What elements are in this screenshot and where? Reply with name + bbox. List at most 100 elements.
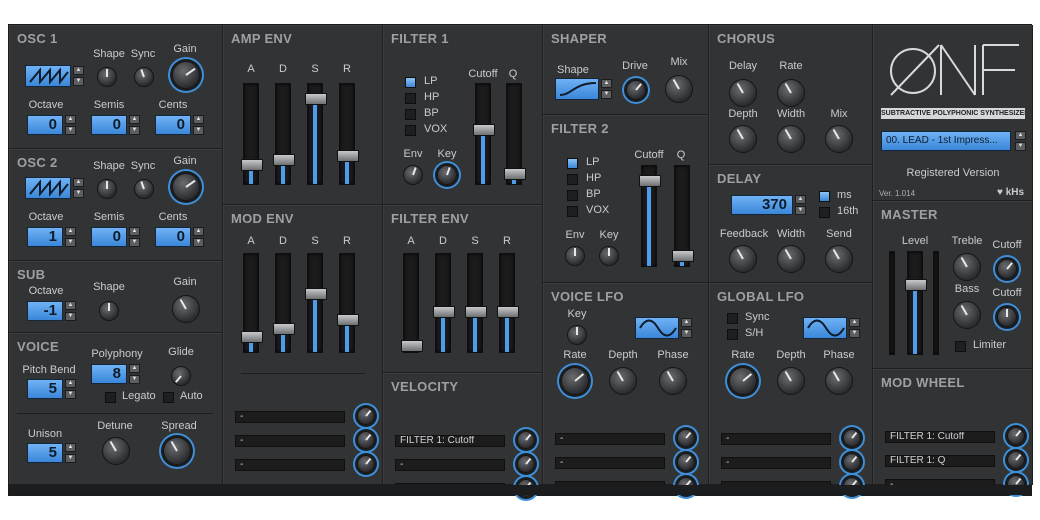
slider-handle[interactable] — [273, 322, 295, 335]
slider-handle[interactable] — [337, 150, 359, 162]
mod-slot-amount-knob[interactable] — [843, 429, 861, 447]
mod-slot-target[interactable]: FILTER 1: Cutoff — [885, 431, 995, 443]
osc2-cents-field[interactable]: 0 — [155, 227, 191, 247]
osc1-gain-knob[interactable] — [172, 61, 200, 89]
osc2-waveform-selector[interactable] — [25, 177, 71, 199]
bass-knob[interactable] — [953, 301, 981, 329]
osc2-cents-spinner[interactable]: ▲ ▼ — [193, 227, 204, 247]
chorus-mix-knob[interactable] — [825, 125, 853, 153]
unison-field[interactable]: 5 — [27, 443, 63, 463]
global-lfo-wave-spinner[interactable]: ▲ ▼ — [849, 318, 860, 338]
delay-time-field[interactable]: 370 — [731, 195, 793, 215]
mod-slot-amount-knob[interactable] — [677, 429, 695, 447]
mod-slot-target[interactable]: - — [395, 459, 505, 471]
osc1-waveform-selector[interactable] — [25, 65, 71, 87]
slider-handle[interactable] — [305, 288, 327, 301]
filter2-env-knob[interactable] — [565, 246, 585, 266]
filter-env-a-slider[interactable] — [401, 253, 423, 353]
limiter-checkbox[interactable] — [955, 341, 966, 352]
filter2-q-slider[interactable] — [672, 165, 694, 267]
amp-env-d-slider[interactable] — [273, 83, 295, 185]
shaper-curve-selector[interactable] — [555, 78, 599, 100]
osc1-octave-field[interactable]: 0 — [27, 115, 63, 135]
treble-cutoff-knob[interactable] — [997, 259, 1017, 279]
glide-knob[interactable] — [171, 366, 191, 386]
mod-slot-target[interactable]: - — [555, 433, 665, 445]
voice-lfo-key-knob[interactable] — [567, 325, 587, 345]
slider-handle[interactable] — [433, 305, 455, 318]
voice-lfo-wave-selector[interactable] — [635, 317, 679, 339]
sub-octave-field[interactable]: -1 — [27, 301, 63, 321]
delay-ms-checkbox[interactable] — [819, 191, 830, 202]
osc1-semis-field[interactable]: 0 — [91, 115, 127, 135]
osc2-gain-knob[interactable] — [172, 173, 200, 201]
slider-handle[interactable] — [273, 154, 295, 167]
osc2-sync-knob[interactable] — [134, 179, 154, 199]
filter2-cutoff-slider[interactable] — [639, 165, 661, 267]
sub-octave-spinner[interactable]: ▲ ▼ — [65, 301, 76, 321]
spread-knob[interactable] — [163, 437, 191, 465]
mod-env-a-slider[interactable] — [241, 253, 263, 353]
delay-time-spinner[interactable]: ▲ ▼ — [795, 195, 806, 215]
osc2-wave-spinner[interactable]: ▲ ▼ — [73, 178, 84, 198]
pitch-bend-spinner[interactable]: ▲ ▼ — [65, 379, 76, 399]
voice-lfo-rate-knob[interactable] — [561, 367, 589, 395]
slider-handle[interactable] — [639, 174, 661, 187]
slider-handle[interactable] — [241, 331, 263, 344]
global-lfo-rate-knob[interactable] — [729, 367, 757, 395]
sub-gain-knob[interactable] — [172, 295, 200, 323]
polyphony-spinner[interactable]: ▲ ▼ — [129, 364, 140, 384]
unison-spinner[interactable]: ▲ ▼ — [65, 443, 76, 463]
voice-lfo-depth-knob[interactable] — [609, 367, 637, 395]
mod-slot-amount-knob[interactable] — [1007, 427, 1025, 445]
slider-handle[interactable] — [241, 158, 263, 171]
mod-slot-amount-knob[interactable] — [1007, 451, 1025, 469]
osc1-sync-knob[interactable] — [134, 67, 154, 87]
filter-env-s-slider[interactable] — [465, 253, 487, 353]
filter1-vox-checkbox[interactable] — [405, 125, 416, 136]
treble-knob[interactable] — [953, 253, 981, 281]
filter2-lp-checkbox[interactable] — [567, 158, 578, 169]
osc1-semis-spinner[interactable]: ▲ ▼ — [129, 115, 140, 135]
chorus-delay-knob[interactable] — [729, 79, 757, 107]
delay-feedback-knob[interactable] — [729, 245, 757, 273]
slider-handle[interactable] — [672, 249, 694, 262]
slider-handle[interactable] — [504, 167, 526, 180]
shaper-drive-knob[interactable] — [626, 80, 646, 100]
mod-slot-target[interactable]: - — [235, 435, 345, 447]
chorus-width-knob[interactable] — [777, 125, 805, 153]
osc1-cents-spinner[interactable]: ▲ ▼ — [193, 115, 204, 135]
osc1-shape-knob[interactable] — [97, 67, 117, 87]
mod-env-r-slider[interactable] — [337, 253, 359, 353]
mod-slot-target[interactable]: FILTER 1: Cutoff — [395, 435, 505, 447]
delay-width-knob[interactable] — [777, 245, 805, 273]
osc2-semis-spinner[interactable]: ▲ ▼ — [129, 227, 140, 247]
mod-slot-target[interactable]: - — [555, 457, 665, 469]
slider-handle[interactable] — [305, 92, 327, 105]
osc2-semis-field[interactable]: 0 — [91, 227, 127, 247]
preset-selector[interactable]: 00. LEAD - 1st Impress... — [881, 131, 1011, 151]
mod-slot-target[interactable]: - — [235, 411, 345, 423]
amp-env-s-slider[interactable] — [305, 83, 327, 185]
mod-slot-target[interactable]: - — [721, 433, 831, 445]
delay-send-knob[interactable] — [825, 245, 853, 273]
filter-env-d-slider[interactable] — [433, 253, 455, 353]
mod-slot-amount-knob[interactable] — [843, 453, 861, 471]
osc2-octave-spinner[interactable]: ▲ ▼ — [65, 227, 76, 247]
slider-handle[interactable] — [337, 314, 359, 327]
mod-slot-amount-knob[interactable] — [357, 431, 375, 449]
osc2-shape-knob[interactable] — [97, 179, 117, 199]
chorus-rate-knob[interactable] — [777, 79, 805, 107]
sub-shape-knob[interactable] — [99, 301, 119, 321]
shaper-mix-knob[interactable] — [665, 75, 693, 103]
preset-spinner[interactable]: ▲ ▼ — [1015, 131, 1026, 151]
slider-handle[interactable] — [401, 340, 423, 352]
filter-env-r-slider[interactable] — [497, 253, 519, 353]
delay-16th-checkbox[interactable] — [819, 207, 830, 218]
filter2-key-knob[interactable] — [599, 246, 619, 266]
osc2-octave-field[interactable]: 1 — [27, 227, 63, 247]
voice-lfo-wave-spinner[interactable]: ▲ ▼ — [681, 318, 692, 338]
osc1-wave-spinner[interactable]: ▲ ▼ — [73, 66, 84, 86]
voice-lfo-phase-knob[interactable] — [659, 367, 687, 395]
slider-handle[interactable] — [465, 305, 487, 318]
